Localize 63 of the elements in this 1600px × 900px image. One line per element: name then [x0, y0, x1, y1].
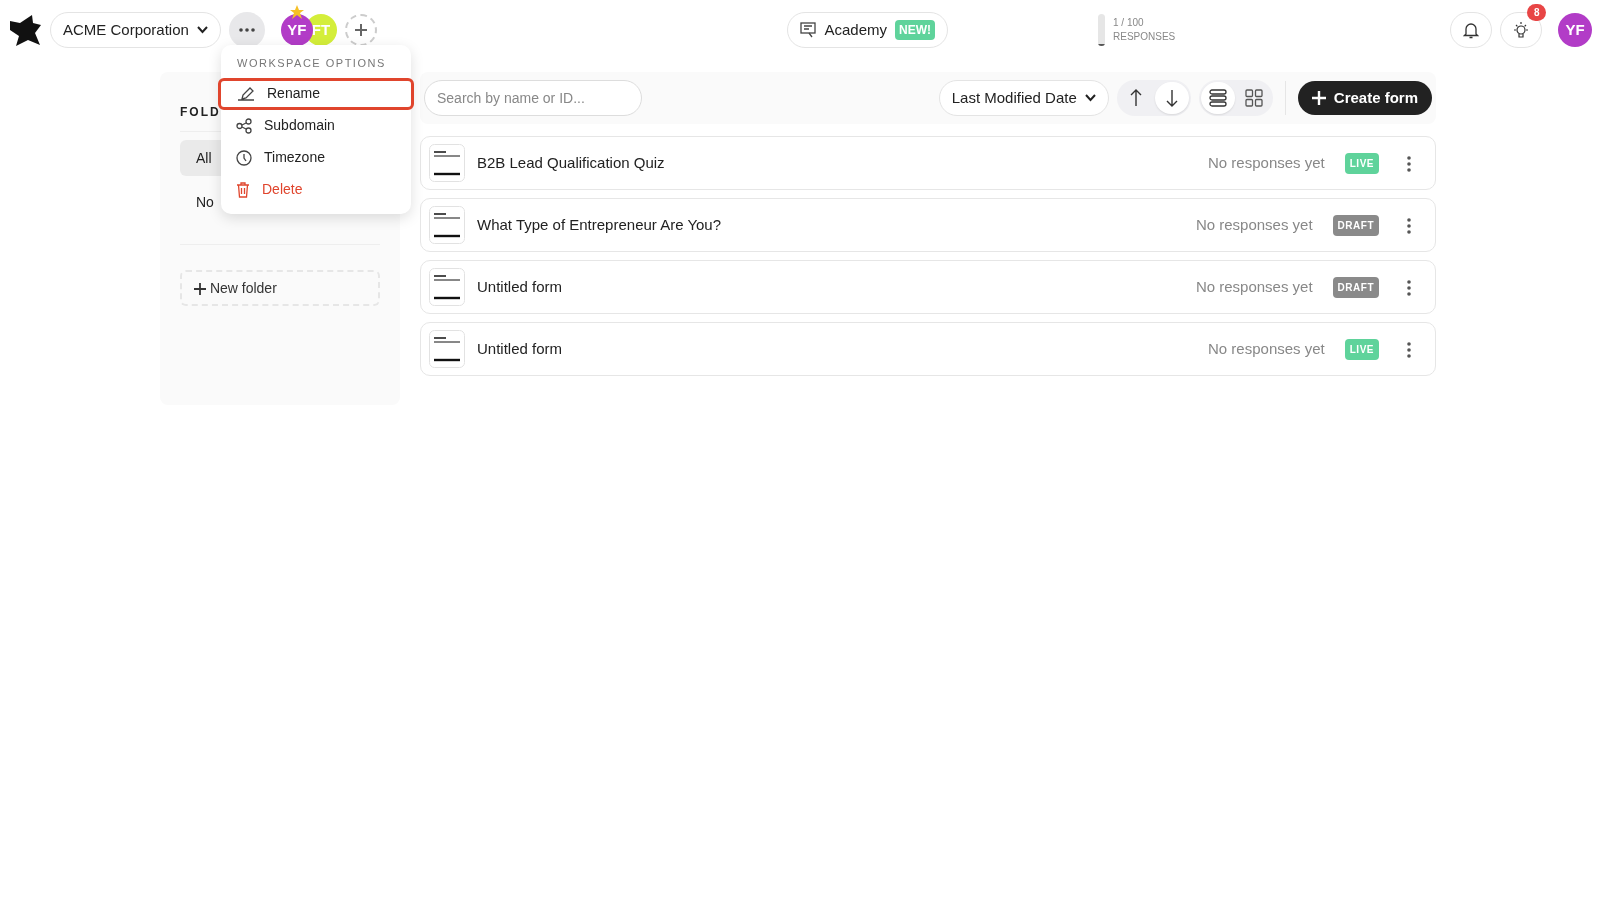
- response-count: No responses yet: [1195, 214, 1313, 235]
- form-title[interactable]: Untitled form: [477, 275, 563, 299]
- new-badge: NEW!: [895, 20, 935, 40]
- form-title[interactable]: Untitled form: [477, 337, 563, 361]
- academy-button[interactable]: Academy NEW!: [787, 12, 948, 48]
- form-thumbnail-icon: [429, 206, 465, 244]
- usage-meter: [1098, 14, 1105, 46]
- form-thumbnail-icon: [429, 144, 465, 182]
- form-row[interactable]: Untitled form No responses yet DRAFT: [420, 260, 1436, 314]
- clock-icon: [236, 149, 252, 166]
- form-row[interactable]: B2B Lead Qualification Quiz No responses yet LIVE: [420, 136, 1436, 190]
- kebab-icon: [1407, 341, 1411, 358]
- plus-icon: [1311, 91, 1326, 105]
- response-count: No responses yet: [1208, 152, 1325, 173]
- search-field[interactable]: Search by name or ID...: [424, 80, 642, 116]
- create-form-button[interactable]: Create form: [1297, 81, 1432, 115]
- kebab-icon: [1407, 217, 1411, 234]
- menu-item[interactable]: Timezone: [218, 141, 414, 174]
- notifications-button[interactable]: [1450, 12, 1492, 48]
- kebab-icon: [1407, 155, 1411, 172]
- response-count: No responses yet: [1195, 276, 1313, 297]
- trash-icon: [236, 181, 250, 198]
- form-thumbnail-icon: [429, 330, 465, 368]
- workspace-dropdown[interactable]: ACME Corporation: [50, 12, 221, 48]
- sort-dropdown[interactable]: Last Modified Date: [938, 80, 1109, 116]
- folders-title: FOLD: [180, 103, 221, 121]
- logo-icon[interactable]: [8, 13, 42, 47]
- usage-label: RESPONSES: [1113, 30, 1176, 44]
- menu-item[interactable]: Rename: [218, 77, 414, 110]
- form-title[interactable]: What Type of Entrepreneur Are You?: [477, 213, 722, 237]
- form-thumbnail-icon: [429, 268, 465, 306]
- menu-item[interactable]: Delete: [218, 173, 414, 206]
- new-folder-button[interactable]: New folder: [180, 270, 380, 306]
- share-icon: [236, 117, 252, 134]
- form-row[interactable]: What Type of Entrepreneur Are You? No responses yet DRAFT: [420, 198, 1436, 252]
- view-toggle[interactable]: [1200, 82, 1235, 114]
- form-title[interactable]: B2B Lead Qualification Quiz: [477, 151, 665, 175]
- user-avatar[interactable]: YF: [1558, 13, 1592, 47]
- sort-direction-button[interactable]: [1154, 82, 1189, 114]
- response-count: No responses yet: [1208, 338, 1325, 359]
- status-badge: DRAFT: [1332, 276, 1379, 298]
- status-badge: LIVE: [1344, 338, 1379, 360]
- form-row[interactable]: Untitled form No responses yet LIVE: [420, 322, 1436, 376]
- bell-icon: [1463, 21, 1479, 39]
- list-view-icon: [1208, 89, 1227, 107]
- notification-badge: 8: [1527, 4, 1546, 21]
- kebab-icon: [1407, 279, 1411, 296]
- usage-count: 1 / 100: [1113, 15, 1145, 30]
- status-badge: DRAFT: [1332, 214, 1379, 236]
- pen-icon: [237, 86, 255, 101]
- status-badge: LIVE: [1344, 152, 1379, 174]
- ellipsis-icon: [238, 28, 255, 32]
- plus-icon: [353, 23, 368, 37]
- chevron-down-icon: [1084, 94, 1096, 102]
- menu-item[interactable]: Subdomain: [218, 109, 414, 142]
- grid-view-icon: [1244, 89, 1263, 107]
- menu-heading: WORKSPACE OPTIONS: [236, 56, 387, 71]
- plus-icon: [194, 282, 206, 295]
- more-button[interactable]: [228, 12, 265, 48]
- lightbulb-icon: [1512, 21, 1530, 39]
- presentation-icon: [800, 22, 817, 38]
- member-avatar[interactable]: YF: [280, 14, 313, 46]
- chevron-down-icon: [196, 26, 208, 34]
